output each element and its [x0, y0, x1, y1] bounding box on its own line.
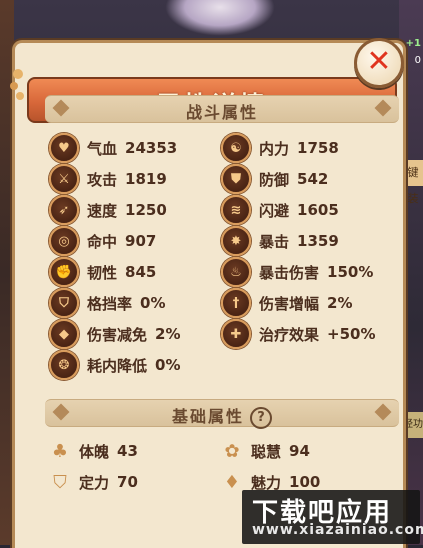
help-icon[interactable]: ? [250, 406, 272, 429]
damage-reduction-icon: ◆ [49, 319, 79, 349]
side-counter: +1 [405, 38, 421, 49]
basic-section-header: 基础属性? [45, 399, 399, 429]
stat-defense: ⛊ 防御 542 [221, 164, 328, 194]
stat-hp: ♥ 气血 24353 [49, 133, 177, 163]
stat-healing-effect: ✚ 治疗效果 +50% [221, 319, 376, 349]
cross-icon: ✚ [221, 319, 251, 349]
stat-wisdom: ✿ 聪慧 94 [221, 440, 309, 462]
combat-section-title: 战斗属性 [185, 103, 258, 122]
stat-damage-boost: † 伤害增幅 2% [221, 288, 352, 318]
stat-attack: ⚔ 攻击 1819 [49, 164, 167, 194]
stat-block-rate: ⛉ 格挡率 0% [49, 288, 165, 318]
block-icon: ⛉ [49, 288, 79, 318]
side-counter-2: 0 [414, 55, 421, 66]
side-tab-skill[interactable]: 经功 [403, 412, 423, 438]
close-icon: ✕ [366, 44, 392, 79]
stat-focus: ⛉ 定力 70 [49, 471, 138, 493]
stat-crit-damage: ♨ 暴击伤害 150% [221, 257, 373, 287]
crit-icon: ✸ [221, 226, 251, 256]
dodge-icon: ≋ [221, 195, 251, 225]
combat-section-header: 战斗属性 [45, 95, 399, 123]
flower-ornament-icon [10, 69, 24, 100]
basic-section-label: 基础属性 [171, 407, 244, 426]
stat-speed: ➶ 速度 1250 [49, 195, 167, 225]
stat-crit: ✸ 暴击 1359 [221, 226, 339, 256]
armor-icon: ⛊ [221, 164, 251, 194]
stat-hit: ◎ 命中 907 [49, 226, 156, 256]
attribute-detail-panel: 属性详情 战斗属性 ♥ 气血 24353 ⚔ 攻击 1819 ➶ 速度 1250… [12, 40, 406, 548]
close-button[interactable]: ✕ [354, 38, 404, 88]
watermark: 下载吧应用 www.xiazainiao.com [242, 490, 423, 544]
character-portrait-partial [165, 0, 275, 36]
basic-section-title: 基础属性? [45, 403, 399, 429]
fist-icon: ✊ [49, 257, 79, 287]
energy-icon: ❂ [49, 350, 79, 380]
target-icon: ◎ [49, 226, 79, 256]
boot-icon: ➶ [49, 195, 79, 225]
lotus-icon: ✿ [224, 440, 240, 462]
stat-dodge: ≋ 闪避 1605 [221, 195, 339, 225]
shield-icon: ⛉ [53, 471, 67, 493]
stat-toughness: ✊ 韧性 845 [49, 257, 156, 287]
stat-energy-cost-reduction: ❂ 耗内降低 0% [49, 350, 180, 380]
side-tab-equip[interactable]: 键装 [403, 160, 423, 205]
drop-icon: ♦ [223, 471, 241, 493]
flame-icon: ♨ [221, 257, 251, 287]
sword-icon: ⚔ [49, 164, 79, 194]
stat-inner-power: ☯ 内力 1758 [221, 133, 339, 163]
stat-physique: ♣ 体魄 43 [49, 440, 138, 462]
heart-icon: ♥ [49, 133, 79, 163]
yinyang-icon: ☯ [221, 133, 251, 163]
watermark-sub: www.xiazainiao.com [252, 522, 423, 538]
dagger-icon: † [221, 288, 251, 318]
muscle-icon: ♣ [51, 440, 69, 462]
stat-damage-reduction: ◆ 伤害减免 2% [49, 319, 180, 349]
